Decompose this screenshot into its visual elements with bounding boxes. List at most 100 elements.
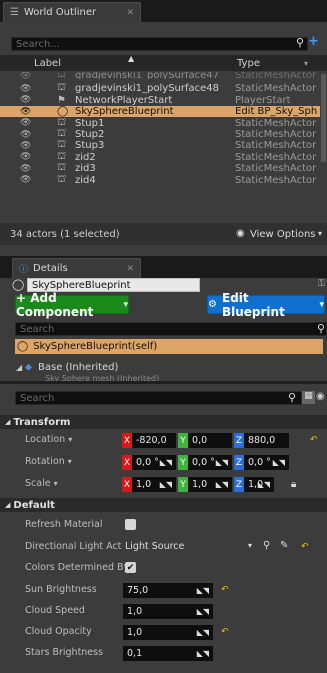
search-icon[interactable]: ⚲ [288,391,296,404]
component-search-input[interactable]: Search [15,322,327,336]
rotation-label[interactable]: Rotation ▾ [25,456,72,467]
spin-icon: ◣◥ [215,458,228,467]
list-item[interactable]: 👁︎ ⛫ zid4 StaticMeshActor [0,174,320,186]
eye-icon[interactable]: 👁︎ [20,175,31,185]
list-item[interactable]: 👁︎ ⛫ zid2 StaticMeshActor [0,151,320,163]
reset-arrow-icon[interactable]: ↶ [221,627,229,637]
actor-type: StaticMeshActor [235,117,317,129]
location-label[interactable]: Location ▾ [25,434,72,445]
actor-name: Stup2 [75,129,105,140]
close-icon[interactable]: ✕ [126,8,134,18]
picker-icon[interactable]: ✎ [280,540,288,551]
default-section-header[interactable]: ◢ Default [0,498,327,512]
add-component-button[interactable]: + Add Component ▾ [15,291,129,319]
actor-type: StaticMeshActor [235,72,317,79]
scale-y-input[interactable]: 1,0 ◣◥ [188,477,232,492]
lock-icon[interactable]: 🔒︎ [291,479,296,490]
cloud-speed-input[interactable]: 1,0 ◣◥ [123,604,213,619]
spin-icon: ◣◥ [196,628,209,637]
base-inherited-item[interactable]: Base (Inherited) [38,362,118,373]
list-item[interactable]: 👁︎ ⛫ gradjevinski1_polySurface48 StaticMesh… [0,82,320,95]
outliner-scrollbar[interactable] [321,74,326,162]
list-item[interactable]: 👁︎ ⛫ Stup3 StaticMeshActor [0,139,320,152]
eye-icon[interactable]: 👁︎ [20,72,31,79]
list-item[interactable]: 👁︎ ⛫ Stup1 StaticMeshActor [0,117,320,129]
scale-x-input[interactable]: 1,0 ◣◥ [132,477,176,492]
eye-icon[interactable]: 👁︎ [20,84,31,94]
actor-type[interactable]: Edit BP_Sky_Sph [235,106,320,117]
refresh-material-label: Refresh Material [25,519,103,530]
refresh-material-checkbox[interactable] [125,519,136,530]
list-item[interactable]: 👁︎ ◯ SkySphereBlueprint Edit BP_Sky_Sph [0,106,320,118]
property-search-input[interactable]: Search [15,391,302,405]
reset-arrow-icon[interactable]: ↶ [221,585,229,595]
rotation-y-input[interactable]: 0,0 ° ◣◥ [188,455,232,470]
x-axis-icon: X [122,433,132,448]
add-filter-icon[interactable]: + [308,34,319,49]
sky-mesh-item[interactable]: Sky Sphere mesh (Inherited) [45,374,159,381]
list-item[interactable]: 👁︎ ⛫ Stup2 StaticMeshActor [0,128,320,140]
eye-icon[interactable]: ◉ [316,391,325,402]
eye-icon[interactable]: 👁︎ [20,130,31,140]
outliner-search-input[interactable]: Search... [11,37,308,51]
chevron-down-icon[interactable]: ▾ [304,59,308,68]
eye-icon[interactable]: 👁︎ [20,118,31,128]
sun-brightness-input[interactable]: 75,0 ◣◥ [123,583,213,598]
search-placeholder: Search... [16,38,60,50]
light-source-dropdown[interactable]: Light Source ▾ [125,541,257,555]
actor-type: PlayerStart [235,94,291,106]
eye-icon[interactable]: 👁︎ [20,107,31,117]
y-axis-icon: Y [178,433,188,448]
column-label[interactable]: Label [34,58,61,69]
outliner-header: Label ▲ Type ▾ [0,54,327,71]
view-options-button[interactable]: View Options [250,229,316,240]
lock-icon[interactable]: ⚿ [318,279,325,289]
mesh-icon: ⛫ [57,72,67,79]
eye-icon[interactable]: 👁︎ [20,95,31,105]
search-icon[interactable]: ⚲ [317,322,325,335]
property-search-placeholder: Search [20,392,55,404]
eye-icon[interactable]: 👁︎ [20,164,31,174]
transform-section-header[interactable]: ◢ Transform [0,415,327,429]
scale-z-input[interactable]: 1,0 ◣◥ [244,477,274,492]
colors-determined-row: Colors Determined By ✔ [0,558,327,578]
rotation-x-input[interactable]: 0,0 ° ◣◥ [132,455,176,470]
actor-type: StaticMeshActor [235,174,317,186]
actor-name-value: SkySphereBlueprint [32,279,131,291]
expand-arrow-icon: ◢ [5,418,11,426]
eye-icon[interactable]: 👁︎ [20,152,31,162]
actor-type: StaticMeshActor [235,129,317,140]
actor-type: StaticMeshActor [235,140,317,152]
grid-view-icon[interactable]: ▦ [302,391,315,404]
details-panel: ◯ SkySphereBlueprint ⚿ + Add Component ▾… [0,278,327,673]
location-z-input[interactable]: 880,0 [244,433,289,448]
column-type[interactable]: Type [237,58,260,69]
list-item[interactable]: 👁︎ ⚑ NetworkPlayerStart PlayerStart [0,95,320,106]
location-y-input[interactable]: 0,0 [188,433,232,448]
chevron-down-icon: ▾ [319,299,324,310]
actor-name: NetworkPlayerStart [75,94,173,106]
search-icon[interactable]: ⚲ [263,540,270,551]
reset-arrow-icon[interactable]: ↶ [310,435,318,445]
tab-world-outliner[interactable]: ☰ World Outliner ✕ [3,2,141,22]
actor-name: gradjevinski1_polySurface48 [75,83,220,95]
list-item[interactable]: 👁︎ ⛫ gradjevinski1_polySurface47 StaticMesh… [0,72,320,79]
colors-determined-checkbox[interactable]: ✔ [125,562,136,573]
component-search-placeholder: Search [20,323,55,335]
list-item[interactable]: 👁︎ ⛫ zid3 StaticMeshActor [0,162,320,174]
location-x-input[interactable]: -820,0 [132,433,176,448]
details-tab-bar: ⓘ Details ✕ [0,256,327,278]
expand-arrow-icon[interactable]: ◢ [16,363,22,372]
component-self-item[interactable]: ◯ SkySphereBlueprint(self) [15,339,323,354]
cloud-opacity-input[interactable]: 1,0 ◣◥ [123,625,213,640]
edit-blueprint-button[interactable]: ⚙ Edit Blueprint ▾ [207,291,325,319]
search-icon[interactable]: ⚲ [296,36,304,49]
eye-icon[interactable]: 👁︎ [20,141,31,151]
reset-arrow-icon[interactable]: ↶ [301,542,309,552]
close-icon[interactable]: ✕ [126,264,134,274]
scale-label[interactable]: Scale ▾ [25,478,58,489]
actor-count: 34 actors (1 selected) [10,229,120,240]
rotation-z-input[interactable]: 0,0 ° ◣◥ [244,455,289,470]
tab-details[interactable]: ⓘ Details ✕ [12,258,141,278]
stars-brightness-input[interactable]: 0,1 ◣◥ [123,646,213,661]
